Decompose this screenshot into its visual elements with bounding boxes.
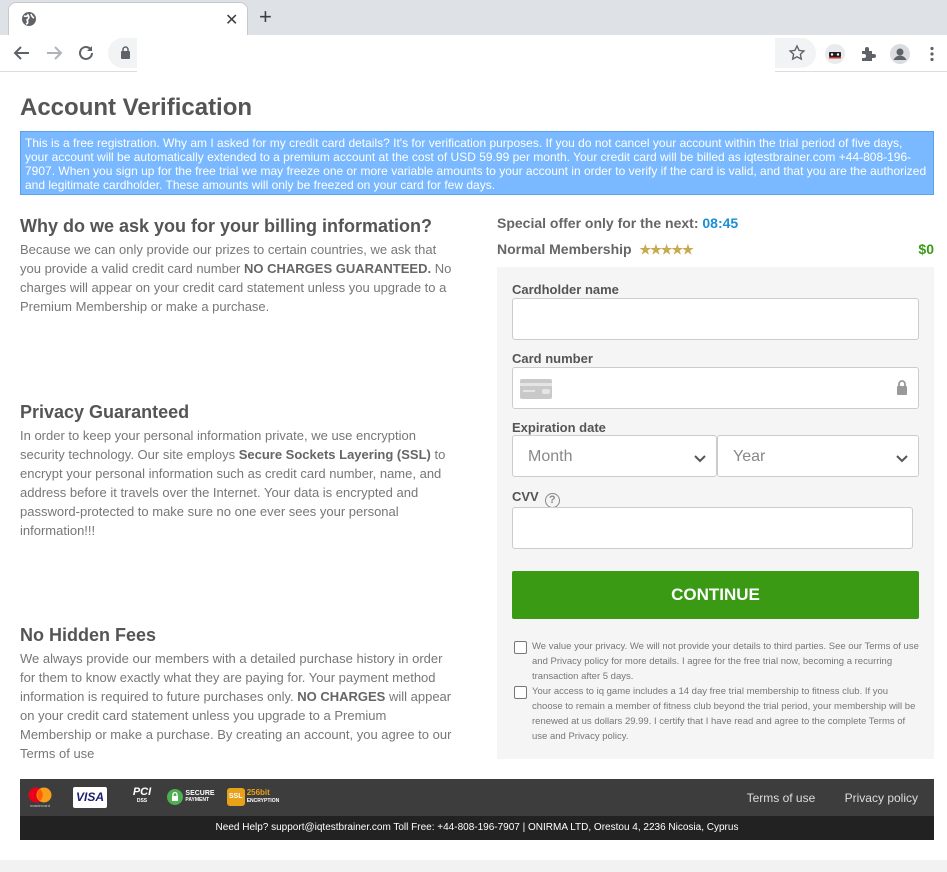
page-content: Account Verification This is a free regi… bbox=[0, 73, 947, 872]
section-text: Because we can only provide our prizes t… bbox=[20, 240, 460, 316]
year-select[interactable]: Year bbox=[717, 435, 919, 477]
ssl-text: SSL bbox=[226, 788, 245, 806]
billing-info-section: Why do we ask you for your billing infor… bbox=[20, 216, 460, 316]
page-bottom-strip bbox=[0, 860, 947, 872]
incognito-extension-icon[interactable] bbox=[824, 43, 846, 65]
browser-tab[interactable]: ✕ bbox=[8, 2, 248, 35]
bold-text: NO CHARGES bbox=[297, 689, 386, 704]
visa-text: VISA bbox=[75, 790, 104, 804]
globe-icon bbox=[21, 11, 37, 27]
url-text[interactable] bbox=[137, 35, 775, 73]
ssl-encryption-logo: SSL 256bit ENCRYPTION bbox=[225, 785, 281, 809]
secure-text: SECURE bbox=[185, 790, 215, 797]
ssl-bits-text: 256bit bbox=[246, 788, 270, 797]
bold-text: NO CHARGES GUARANTEED. bbox=[244, 261, 432, 276]
payment-form: Cardholder name Card number Expiration d… bbox=[497, 267, 934, 759]
trial-notice: This is a free registration. Why am I as… bbox=[20, 131, 934, 195]
footer-bar: mastercard VISA PCI DSS SECURE PAYMENT S… bbox=[20, 779, 934, 816]
help-contact-bar: Need Help? support@iqtestbrainer.com Tol… bbox=[20, 816, 934, 840]
puzzle-extensions-icon[interactable] bbox=[857, 43, 879, 65]
payment-text: PAYMENT bbox=[185, 797, 210, 803]
hidden-fees-section: No Hidden Fees We always provide our mem… bbox=[20, 625, 460, 763]
trial-consent: Your access to iq game includes a 14 day… bbox=[512, 684, 919, 744]
reload-icon[interactable] bbox=[74, 41, 98, 65]
month-value: Month bbox=[528, 448, 573, 465]
tab-title bbox=[39, 6, 184, 34]
section-heading: Privacy Guaranteed bbox=[20, 402, 190, 422]
offer-label: Special offer only for the next: bbox=[497, 215, 699, 231]
card-number-label: Card number bbox=[512, 351, 593, 366]
consent-text: We value your privacy. We will not provi… bbox=[532, 641, 919, 682]
forward-icon[interactable] bbox=[42, 41, 66, 65]
lock-icon bbox=[896, 380, 908, 400]
dss-text: DSS bbox=[136, 798, 148, 804]
chevron-down-icon bbox=[896, 450, 908, 468]
cardholder-name-input[interactable] bbox=[512, 298, 919, 340]
privacy-consent-checkbox[interactable] bbox=[514, 641, 527, 654]
star-rating: ★★★★★ bbox=[639, 242, 693, 257]
plus-icon[interactable]: + bbox=[259, 4, 272, 30]
consent-text: Your access to iq game includes a 14 day… bbox=[532, 686, 916, 742]
encryption-text: ENCRYPTION bbox=[246, 798, 280, 804]
star-icon[interactable] bbox=[788, 44, 806, 67]
page-title: Account Verification bbox=[20, 94, 253, 121]
year-value: Year bbox=[733, 448, 766, 465]
cvv-label-text: CVV bbox=[512, 489, 539, 504]
address-bar[interactable] bbox=[108, 35, 816, 73]
chevron-down-icon bbox=[694, 450, 706, 468]
bold-text: Secure Sockets Layering (SSL) bbox=[238, 447, 431, 462]
lock-icon[interactable] bbox=[120, 46, 131, 64]
more-vert-icon[interactable] bbox=[921, 43, 943, 65]
membership-row: Normal Membership ★★★★★ $0 bbox=[497, 241, 934, 258]
pci-dss-logo: PCI DSS bbox=[127, 785, 157, 809]
section-heading: Why do we ask you for your billing infor… bbox=[20, 216, 433, 236]
continue-button[interactable]: CONTINUE bbox=[512, 571, 919, 619]
profile-icon[interactable] bbox=[889, 43, 911, 65]
mastercard-logo: mastercard bbox=[25, 785, 55, 809]
membership-label: Normal Membership bbox=[497, 241, 632, 257]
privacy-link[interactable]: Privacy policy bbox=[845, 791, 918, 805]
trial-consent-checkbox[interactable] bbox=[514, 686, 527, 699]
help-icon[interactable]: ? bbox=[544, 493, 560, 508]
credit-card-icon bbox=[520, 379, 552, 404]
visa-logo: VISA bbox=[73, 786, 107, 808]
privacy-section: Privacy Guaranteed In order to keep your… bbox=[20, 402, 460, 540]
mastercard-text: mastercard bbox=[29, 802, 50, 808]
cvv-input[interactable] bbox=[512, 507, 913, 549]
section-heading: No Hidden Fees bbox=[20, 625, 157, 645]
section-text: In order to keep your personal informati… bbox=[20, 426, 460, 540]
pci-text: PCI bbox=[132, 786, 152, 798]
terms-link[interactable]: Terms of use bbox=[747, 791, 816, 805]
browser-tab-bar: ✕ + bbox=[0, 0, 947, 35]
expiration-label: Expiration date bbox=[512, 420, 606, 435]
footer-links: Terms of use Privacy policy bbox=[721, 791, 918, 805]
secure-payment-logo: SECURE PAYMENT bbox=[167, 785, 215, 809]
special-offer: Special offer only for the next: 08:45 bbox=[497, 215, 738, 231]
section-text: We always provide our members with a det… bbox=[20, 649, 460, 763]
back-icon[interactable] bbox=[10, 41, 34, 65]
cvv-label: CVV? bbox=[512, 489, 560, 508]
month-select[interactable]: Month bbox=[512, 435, 717, 477]
privacy-consent: We value your privacy. We will not provi… bbox=[512, 639, 919, 684]
card-number-input[interactable] bbox=[512, 367, 919, 409]
close-icon[interactable]: ✕ bbox=[225, 10, 238, 30]
countdown-timer: 08:45 bbox=[702, 215, 739, 231]
cardholder-label: Cardholder name bbox=[512, 282, 619, 297]
membership-price: $0 bbox=[918, 241, 934, 257]
browser-toolbar bbox=[0, 35, 947, 73]
payment-logos: mastercard VISA PCI DSS SECURE PAYMENT S… bbox=[25, 785, 281, 809]
